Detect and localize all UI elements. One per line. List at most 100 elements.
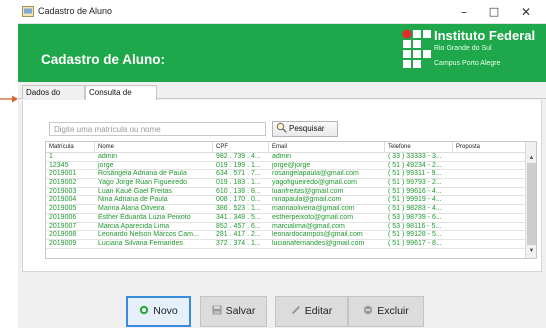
institution-campus: Campus Porto Alegre xyxy=(434,60,501,67)
cell-email: luanfreitas@gmail.com xyxy=(272,187,344,195)
table-row[interactable]: 2019008 Leonardo Nelson Marcos Cam... 28… xyxy=(46,231,527,240)
table-row[interactable]: 12345 jorge 019 . 199 . 1... jorge@jorge… xyxy=(46,162,527,171)
save-icon xyxy=(212,305,222,315)
excluir-button-label: Excluir xyxy=(377,305,409,317)
cell-proposta xyxy=(453,170,527,179)
cell-cpf: 019 . 199 . 1... xyxy=(216,161,261,169)
table-row[interactable]: 2019007 Márcia Aparecida Lima 852 . 457 … xyxy=(46,223,527,232)
excluir-button[interactable]: Excluir xyxy=(348,296,424,327)
cell-nome: Luan Kauê Gael Freitas xyxy=(98,187,172,195)
cell-cpf: 341 . 348 . 5... xyxy=(216,213,261,221)
novo-button[interactable]: Novo xyxy=(126,296,191,327)
novo-button-label: Novo xyxy=(153,305,178,317)
cell-matricula: 2019003 xyxy=(49,187,77,195)
table-row[interactable]: 2019006 Esther Eduarda Luzia Peixoto 341… xyxy=(46,214,527,223)
cell-nome: Nina Adriana de Paula xyxy=(98,196,168,204)
scroll-down-icon[interactable]: ▼ xyxy=(527,247,536,255)
cell-telefone: ( 51 ) 99311 - 9... xyxy=(388,170,442,178)
table-row[interactable]: 2019004 Nina Adriana de Paula 008 . 170 … xyxy=(46,196,527,206)
column-header-cpf[interactable]: CPF xyxy=(213,142,269,153)
action-bar: Novo Salvar Editar Excluir xyxy=(18,286,546,328)
cell-email: lucianafernandes@gmail.com xyxy=(272,239,365,247)
cell-nome: Marina Alana Oliveira xyxy=(98,205,165,213)
cell-proposta xyxy=(453,188,527,197)
cell-proposta xyxy=(453,205,527,214)
salvar-button-label: Salvar xyxy=(225,305,256,317)
table-scrollbar[interactable]: ▲ ▼ xyxy=(525,142,536,258)
cell-email: ninapaula@gmail.com xyxy=(272,196,342,204)
table-row[interactable]: 2019005 Marina Alana Oliveira 386 . 523 … xyxy=(46,205,527,214)
page-title: Cadastro de Aluno: xyxy=(41,52,166,67)
table-row[interactable]: 2019009 Luciana Silvana Fernandes 372 . … xyxy=(46,240,527,249)
cell-email: jorge@jorge xyxy=(272,161,311,169)
cell-nome: admin xyxy=(98,153,118,160)
tab-bar: Dados do aluno Consulta de alunos xyxy=(18,85,546,110)
table-body: 1 admin 982 . 739 . 4... admin ( 33 ) 33… xyxy=(46,153,527,249)
cell-proposta xyxy=(453,153,527,162)
cell-telefone: ( 51 ) 99919 - 4... xyxy=(388,196,442,204)
table-row[interactable]: 2019002 Yago Jorge Ruan Figueiredo 019 .… xyxy=(46,179,527,188)
cell-matricula: 12345 xyxy=(49,161,69,169)
table-row[interactable]: 1 admin 982 . 739 . 4... admin ( 33 ) 33… xyxy=(46,153,527,162)
cell-telefone: ( 53 ) 98116 - 5... xyxy=(388,222,442,230)
cell-nome: Leonardo Nelson Marcos Cam... xyxy=(98,231,199,239)
cell-matricula: 2019008 xyxy=(49,231,77,239)
cell-cpf: 852 . 457 . 6... xyxy=(216,222,261,230)
search-input[interactable] xyxy=(49,122,266,136)
scrollbar-thumb[interactable] xyxy=(527,163,536,245)
cell-proposta xyxy=(453,240,527,249)
table-row[interactable]: 2019003 Luan Kauê Gael Freitas 610 . 138… xyxy=(46,188,527,197)
minimize-button[interactable]: – xyxy=(450,2,478,22)
column-header-proposta[interactable]: Proposta xyxy=(453,142,527,153)
cell-telefone: ( 53 ) 98739 - 6... xyxy=(388,213,442,221)
column-header-matricula[interactable]: Matrícula xyxy=(46,142,95,153)
header-banner: Cadastro de Aluno: Instituto Federal Rio… xyxy=(18,24,546,82)
column-header-email[interactable]: Email xyxy=(269,142,385,153)
tab-consulta-de-alunos[interactable]: Consulta de alunos xyxy=(85,85,157,110)
cell-cpf: 019 . 183 . 1... xyxy=(216,179,261,187)
table-row[interactable]: 2019001 Rosângela Adriana de Paula 634 .… xyxy=(46,170,527,180)
cell-proposta xyxy=(453,179,527,188)
institution-state: Rio Grande do Sul xyxy=(434,45,492,52)
cell-matricula: 2019002 xyxy=(49,179,77,187)
cell-email: marinaoliveira@gmail.com xyxy=(272,205,355,213)
tab-dados-do-aluno[interactable]: Dados do aluno xyxy=(22,85,85,110)
cell-email: admin xyxy=(272,153,292,160)
app-icon xyxy=(22,6,34,17)
cell-telefone: ( 51 ) 99616 - 4... xyxy=(388,187,442,195)
cell-nome: Yago Jorge Ruan Figueiredo xyxy=(98,179,187,187)
cell-proposta xyxy=(453,196,527,205)
edit-pencil-icon xyxy=(291,305,300,315)
column-header-telefone[interactable]: Telefone xyxy=(385,142,453,153)
cell-proposta xyxy=(453,231,527,240)
close-button[interactable]: ✕ xyxy=(512,2,540,22)
editar-button[interactable]: Editar xyxy=(275,296,348,327)
cell-nome: Luciana Silvana Fernandes xyxy=(98,239,183,247)
institution-name: Instituto Federal xyxy=(434,28,536,43)
cell-cpf: 634 . 571 . 7... xyxy=(216,170,261,178)
cell-matricula: 2019004 xyxy=(49,196,77,204)
cell-email: rosangelapaula@gmail.com xyxy=(272,170,359,178)
cell-nome: Rosângela Adriana de Paula xyxy=(98,170,187,178)
cell-nome: Esther Eduarda Luzia Peixoto xyxy=(98,213,191,221)
alunos-table[interactable]: Matrícula Nome CPF Email Telefone Propos… xyxy=(45,141,537,259)
scroll-up-icon[interactable]: ▲ xyxy=(527,154,536,162)
cell-matricula: 2019007 xyxy=(49,222,77,230)
maximize-button[interactable]: □ xyxy=(480,2,508,22)
column-header-nome[interactable]: Nome xyxy=(95,142,213,153)
cell-cpf: 008 . 170 . 0... xyxy=(216,196,261,204)
cell-cpf: 372 . 374 . 1... xyxy=(216,239,261,247)
search-button[interactable]: Pesquisar xyxy=(272,121,338,137)
cell-cpf: 610 . 138 . 8... xyxy=(216,187,261,195)
cell-telefone: ( 51 ) 98283 - 4... xyxy=(388,205,442,213)
salvar-button[interactable]: Salvar xyxy=(200,296,267,327)
app-window: Cadastro de Aluno – □ ✕ Cadastro de Alun… xyxy=(18,0,546,328)
cell-proposta xyxy=(453,223,527,232)
cell-email: estherpeixoto@gmail.com xyxy=(272,213,354,221)
cell-cpf: 281 . 417 . 2... xyxy=(216,231,261,239)
pointer-arrow-icon xyxy=(0,95,18,103)
title-bar: Cadastro de Aluno – □ ✕ xyxy=(18,0,546,24)
cell-matricula: 2019009 xyxy=(49,239,77,247)
cell-proposta xyxy=(453,214,527,223)
cell-telefone: ( 51 ) 99793 - 2... xyxy=(388,179,442,187)
